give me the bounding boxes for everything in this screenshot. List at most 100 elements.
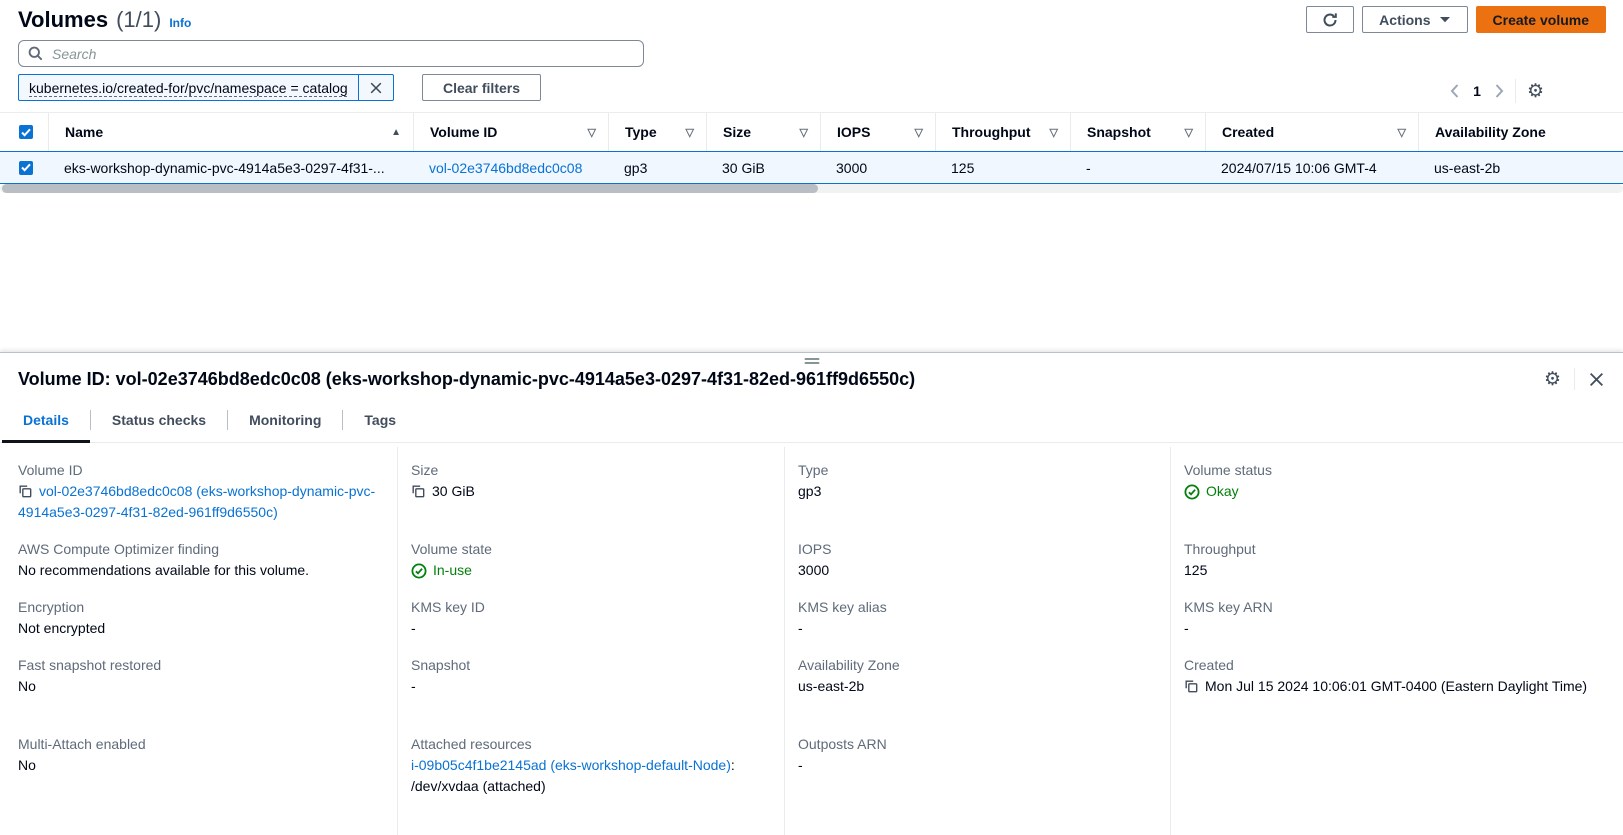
sort-ascending-icon: ▲ <box>391 127 401 138</box>
actions-button[interactable]: Actions <box>1362 6 1467 33</box>
sort-icon: ▽ <box>1185 126 1193 139</box>
field-attached-resources: Attached resources i-09b05c4f1be2145ad (… <box>397 721 784 835</box>
field-fast-snapshot-restored: Fast snapshot restored No <box>0 642 397 721</box>
horizontal-scrollbar-thumb[interactable] <box>2 184 818 193</box>
header-actions: Actions Create volume <box>1306 6 1606 33</box>
copy-icon[interactable] <box>18 484 32 498</box>
close-panel-button[interactable] <box>1588 371 1605 388</box>
row-checkbox[interactable] <box>19 161 33 175</box>
search-icon <box>28 46 43 61</box>
panel-preferences-gear-icon[interactable]: ⚙ <box>1544 370 1561 389</box>
cell-iops: 3000 <box>820 160 935 176</box>
volume-id-link[interactable]: vol-02e3746bd8edc0c08 <box>429 160 582 176</box>
copy-icon[interactable] <box>1184 679 1198 693</box>
column-header-type[interactable]: Type ▽ <box>608 113 706 151</box>
attached-instance-link[interactable]: i-09b05c4f1be2145ad (eks-workshop-defaul… <box>411 757 731 773</box>
field-availability-zone: Availability Zone us-east-2b <box>784 642 1170 721</box>
tab-monitoring[interactable]: Monitoring <box>228 398 342 442</box>
cell-volume-id: vol-02e3746bd8edc0c08 <box>413 160 608 176</box>
pagination: 1 ⚙ <box>1450 77 1544 105</box>
cell-type: gp3 <box>608 160 706 176</box>
column-header-availability-zone[interactable]: Availability Zone <box>1418 113 1623 151</box>
create-volume-button[interactable]: Create volume <box>1476 6 1606 33</box>
info-link[interactable]: Info <box>169 16 191 30</box>
field-volume-state: Volume state In-use <box>397 526 784 584</box>
cell-availability-zone: us-east-2b <box>1418 160 1623 176</box>
current-page-number[interactable]: 1 <box>1470 83 1484 99</box>
sort-icon: ▽ <box>588 126 596 139</box>
refresh-button[interactable] <box>1306 6 1354 33</box>
volume-id-detail-link[interactable]: vol-02e3746bd8edc0c08 (eks-workshop-dyna… <box>18 483 375 520</box>
page-header: Volumes (1/1) Info <box>18 7 191 33</box>
refresh-icon <box>1322 12 1338 28</box>
create-volume-button-label: Create volume <box>1493 12 1589 28</box>
field-compute-optimizer: AWS Compute Optimizer finding No recomme… <box>0 526 397 584</box>
table-preferences-gear-icon[interactable]: ⚙ <box>1527 82 1544 101</box>
column-header-snapshot[interactable]: Snapshot ▽ <box>1070 113 1205 151</box>
field-kms-key-alias: KMS key alias - <box>784 584 1170 642</box>
search-box <box>18 40 644 67</box>
cell-name: eks-workshop-dynamic-pvc-4914a5e3-0297-4… <box>48 160 413 176</box>
empty-cell <box>1170 721 1623 835</box>
field-volume-status: Volume status Okay <box>1170 447 1623 526</box>
resource-count: (1/1) <box>116 7 161 33</box>
caret-down-icon <box>1439 16 1451 24</box>
column-header-name[interactable]: Name ▲ <box>48 113 413 151</box>
field-multi-attach: Multi-Attach enabled No <box>0 721 397 835</box>
split-panel-title: Volume ID: vol-02e3746bd8edc0c08 (eks-wo… <box>18 369 1528 390</box>
close-icon <box>369 81 383 95</box>
field-type: Type gp3 <box>784 447 1170 526</box>
filter-token-label: kubernetes.io/created-for/pvc/namespace … <box>19 75 358 100</box>
table-header-row: Name ▲ Volume ID ▽ Type ▽ Size ▽ IOPS ▽ … <box>0 112 1623 151</box>
chevron-left-icon <box>1450 84 1459 98</box>
next-page-button[interactable] <box>1495 84 1504 98</box>
details-grid: Volume ID vol-02e3746bd8edc0c08 (eks-wor… <box>0 447 1623 835</box>
field-created: Created Mon Jul 15 2024 10:06:01 GMT-040… <box>1170 642 1623 721</box>
cell-size: 30 GiB <box>706 160 820 176</box>
previous-page-button[interactable] <box>1450 84 1459 98</box>
tab-tags[interactable]: Tags <box>343 398 417 442</box>
status-badge: In-use <box>433 560 472 581</box>
select-all-checkbox[interactable] <box>19 125 33 139</box>
sort-icon: ▽ <box>1050 126 1058 139</box>
split-panel-drag-handle[interactable] <box>804 356 819 366</box>
clear-filters-label: Clear filters <box>443 80 520 96</box>
field-outposts-arn: Outposts ARN - <box>784 721 1170 835</box>
sort-icon: ▽ <box>1398 126 1406 139</box>
field-encryption: Encryption Not encrypted <box>0 584 397 642</box>
field-kms-key-arn: KMS key ARN - <box>1170 584 1623 642</box>
table-row[interactable]: eks-workshop-dynamic-pvc-4914a5e3-0297-4… <box>0 151 1623 184</box>
field-size: Size 30 GiB <box>397 447 784 526</box>
search-input[interactable] <box>50 45 634 63</box>
column-header-iops[interactable]: IOPS ▽ <box>820 113 935 151</box>
horizontal-scrollbar <box>0 184 1623 193</box>
ec2-volumes-page: { "colors": { "link_blue": "#0972d3", "s… <box>0 0 1623 834</box>
column-header-volume-id[interactable]: Volume ID ▽ <box>413 113 608 151</box>
clear-filters-button[interactable]: Clear filters <box>422 74 541 101</box>
field-snapshot: Snapshot - <box>397 642 784 721</box>
divider <box>1515 79 1516 103</box>
select-all-cell <box>0 113 48 151</box>
divider <box>1574 368 1575 390</box>
field-throughput: Throughput 125 <box>1170 526 1623 584</box>
field-kms-key-id: KMS key ID - <box>397 584 784 642</box>
field-volume-id: Volume ID vol-02e3746bd8edc0c08 (eks-wor… <box>0 447 397 526</box>
cell-created: 2024/07/15 10:06 GMT-4 <box>1205 160 1418 176</box>
cell-snapshot: - <box>1070 160 1205 176</box>
cell-throughput: 125 <box>935 160 1070 176</box>
tab-status-checks[interactable]: Status checks <box>91 398 227 442</box>
field-iops: IOPS 3000 <box>784 526 1170 584</box>
status-badge: Okay <box>1206 481 1239 502</box>
column-header-size[interactable]: Size ▽ <box>706 113 820 151</box>
sort-icon: ▽ <box>686 126 694 139</box>
page-title: Volumes <box>18 7 108 33</box>
column-header-throughput[interactable]: Throughput ▽ <box>935 113 1070 151</box>
state-in-use-check-icon <box>411 563 427 579</box>
row-select-cell <box>0 161 48 175</box>
copy-icon[interactable] <box>411 484 425 498</box>
status-okay-check-icon <box>1184 484 1200 500</box>
volumes-table: Name ▲ Volume ID ▽ Type ▽ Size ▽ IOPS ▽ … <box>0 112 1623 184</box>
column-header-created[interactable]: Created ▽ <box>1205 113 1418 151</box>
filter-token-remove-button[interactable] <box>358 75 393 100</box>
tab-details[interactable]: Details <box>2 398 90 442</box>
